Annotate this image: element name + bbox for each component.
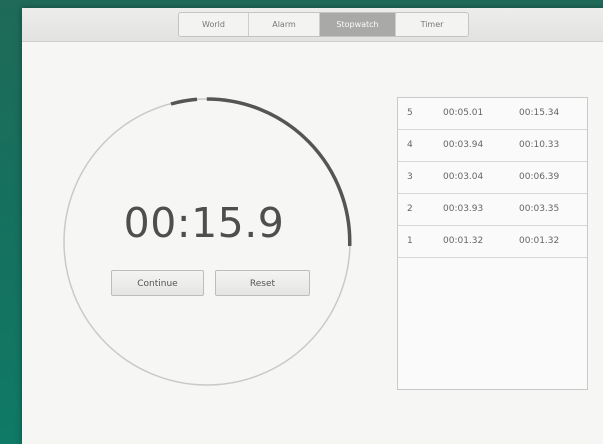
lap-number: 5 xyxy=(407,108,413,118)
lap-row: 2 00:03.93 00:03.35 xyxy=(398,194,587,226)
lap-row: 4 00:03.94 00:10.33 xyxy=(398,130,587,162)
reset-button[interactable]: Reset xyxy=(215,270,310,296)
lap-row: 5 00:05.01 00:15.34 xyxy=(398,98,587,130)
lap-total-time: 00:06.39 xyxy=(519,172,560,182)
tab-world[interactable]: World xyxy=(179,13,249,36)
lap-split-time: 00:05.01 xyxy=(443,108,484,118)
continue-button[interactable]: Continue xyxy=(111,270,204,296)
lap-total-time: 00:01.32 xyxy=(519,236,560,246)
lap-number: 4 xyxy=(407,140,413,150)
view-switcher: World Alarm Stopwatch Timer xyxy=(178,12,469,37)
tab-stopwatch[interactable]: Stopwatch xyxy=(320,13,396,36)
lap-number: 2 xyxy=(407,204,413,214)
lap-split-time: 00:01.32 xyxy=(443,236,484,246)
lap-split-time: 00:03.94 xyxy=(443,140,484,150)
lap-row: 3 00:03.04 00:06.39 xyxy=(398,162,587,194)
header-bar: World Alarm Stopwatch Timer xyxy=(22,8,603,42)
laps-list[interactable]: 5 00:05.01 00:15.34 4 00:03.94 00:10.33 … xyxy=(397,97,588,390)
clocks-window: World Alarm Stopwatch Timer 00:15.9 Cont… xyxy=(22,8,603,444)
elapsed-time: 00:15.9 xyxy=(123,199,285,247)
lap-split-time: 00:03.04 xyxy=(443,172,484,182)
tab-alarm[interactable]: Alarm xyxy=(249,13,320,36)
lap-total-time: 00:10.33 xyxy=(519,140,560,150)
lap-marker-arc xyxy=(170,97,198,106)
lap-total-time: 00:15.34 xyxy=(519,108,560,118)
lap-split-time: 00:03.93 xyxy=(443,204,484,214)
lap-number: 3 xyxy=(407,172,413,182)
lap-number: 1 xyxy=(407,236,413,246)
tab-timer[interactable]: Timer xyxy=(396,13,468,36)
lap-total-time: 00:03.35 xyxy=(519,204,560,214)
lap-row: 1 00:01.32 00:01.32 xyxy=(398,226,587,258)
